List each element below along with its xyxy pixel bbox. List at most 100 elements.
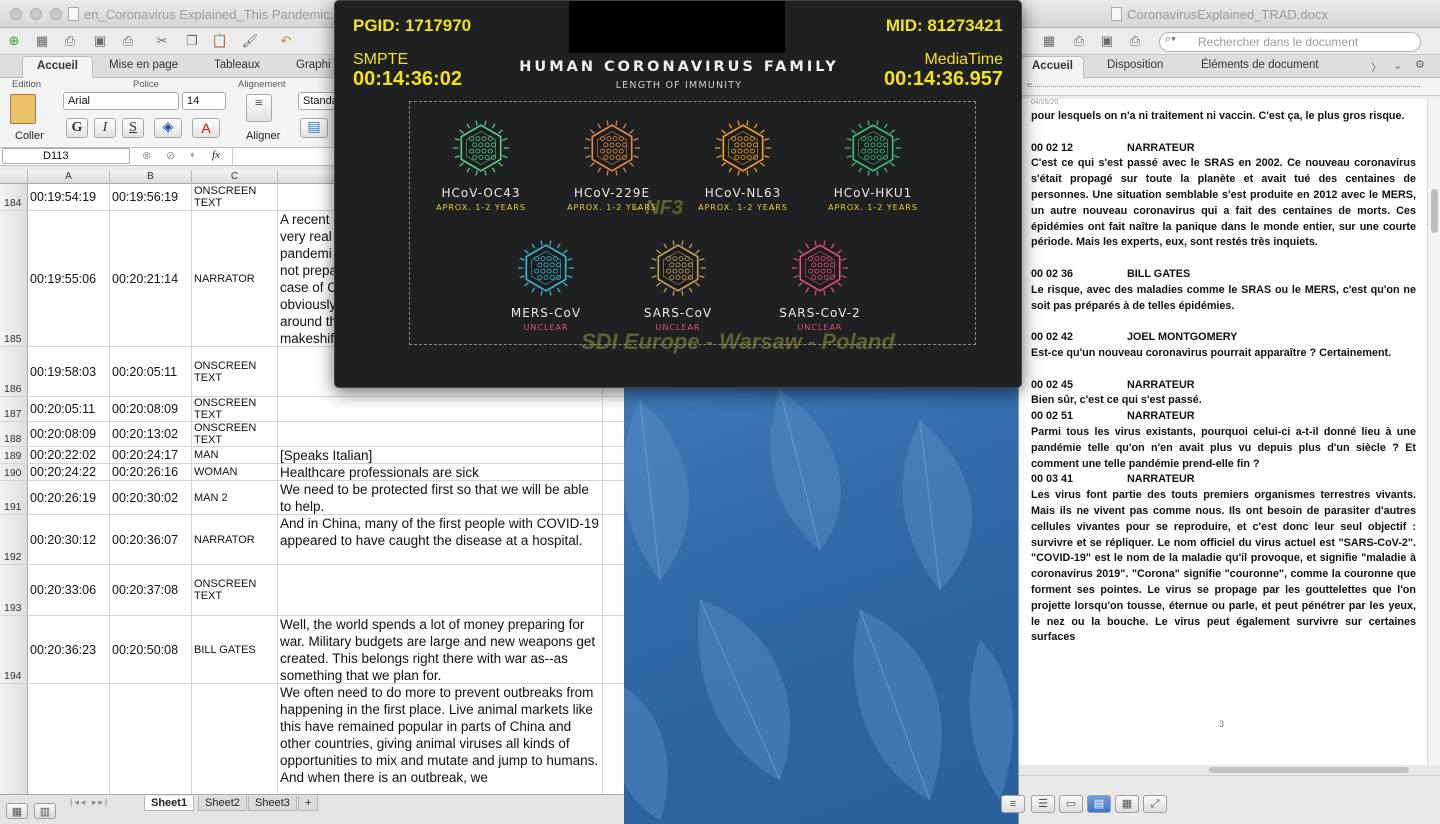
italic-button[interactable]: I <box>94 118 116 138</box>
column-header-b[interactable]: B <box>110 170 192 184</box>
conditional-format-icon[interactable]: ▤ <box>300 118 328 138</box>
sheet-nav-arrows[interactable]: |◂◂ ▸▸| <box>70 797 109 808</box>
paste-label[interactable]: Coller <box>15 130 44 142</box>
cell-dialogue[interactable]: [Speaks Italian] <box>278 447 603 463</box>
cell-start-timecode[interactable]: 00:19:55:06 <box>28 211 110 346</box>
new-document-icon[interactable]: ⊕ <box>4 31 24 51</box>
name-box[interactable]: D113 <box>2 148 130 164</box>
cancel-formula-icon[interactable]: ⊗ <box>142 149 151 162</box>
table-row[interactable]: 187 00:20:05:11 00:20:08:09 ONSCREEN TEX… <box>0 397 624 422</box>
font-size-select[interactable]: 14 <box>182 92 226 110</box>
align-label[interactable]: Aligner <box>246 130 280 142</box>
bold-button[interactable]: G <box>66 118 88 138</box>
cell-dialogue[interactable]: Healthcare professionals are sick <box>278 464 603 480</box>
underline-button[interactable]: S <box>122 118 144 138</box>
paragraph[interactable]: C'est ce qui s'est passé avec le SRAS en… <box>1031 156 1416 251</box>
table-row[interactable]: 192 00:20:30:12 00:20:36:07 NARRATOR And… <box>0 515 624 565</box>
cell-dialogue[interactable] <box>278 565 603 615</box>
cell-start-timecode[interactable]: 00:19:54:19 <box>28 184 110 210</box>
cell-start-timecode[interactable]: 00:20:08:09 <box>28 422 110 446</box>
cell-end-timecode[interactable] <box>110 684 192 794</box>
row-header[interactable]: 190 <box>0 464 28 480</box>
paragraph[interactable]: Parmi tous les virus existants, pourquoi… <box>1031 425 1416 472</box>
word-page[interactable]: 04/05/20 pour lesquels on n'a ni traitem… <box>1019 99 1427 765</box>
cell-speaker[interactable]: ONSCREEN TEXT <box>192 184 278 210</box>
cell-end-timecode[interactable]: 00:20:08:09 <box>110 397 192 421</box>
cell-dialogue[interactable]: We need to be protected first so that we… <box>278 481 603 514</box>
format-painter-icon[interactable]: 🖌 <box>240 31 260 51</box>
cell-end-timecode[interactable]: 00:20:37:08 <box>110 565 192 615</box>
cell-start-timecode[interactable]: 00:20:26:19 <box>28 481 110 514</box>
cell-end-timecode[interactable]: 00:20:05:11 <box>110 347 192 396</box>
zoom-window-button[interactable] <box>50 8 62 20</box>
document-body[interactable]: pour lesquels on n'a ni traitement ni va… <box>1031 109 1416 646</box>
cell-end-timecode[interactable]: 00:20:50:08 <box>110 616 192 683</box>
word-horizontal-scrollbar[interactable] <box>1019 765 1440 775</box>
save-icon[interactable]: ▣ <box>90 31 110 51</box>
row-header[interactable]: 193 <box>0 565 28 615</box>
font-color-button[interactable]: A <box>192 118 220 138</box>
cell-dialogue[interactable]: We often need to do more to prevent outb… <box>278 684 603 794</box>
cell-speaker[interactable]: NARRATOR <box>192 211 278 346</box>
word-tab-elements[interactable]: Éléments de document <box>1201 59 1319 71</box>
word-print-icon[interactable]: ⎙ <box>1125 31 1145 51</box>
table-row[interactable]: We often need to do more to prevent outb… <box>0 684 624 794</box>
cell-speaker[interactable]: ONSCREEN TEXT <box>192 422 278 446</box>
word-open-icon[interactable]: ⎙ <box>1069 31 1089 51</box>
cell-speaker[interactable]: MAN <box>192 447 278 463</box>
horizontal-ruler[interactable]: ⌐ <box>1019 78 1440 96</box>
cell-speaker[interactable]: ONSCREEN TEXT <box>192 397 278 421</box>
tab-tableaux[interactable]: Tableaux <box>214 59 260 71</box>
templates-icon[interactable]: ▦ <box>32 31 52 51</box>
search-icon[interactable]: ⌕▾ <box>1165 33 1176 46</box>
cell-end-timecode[interactable]: 00:20:13:02 <box>110 422 192 446</box>
cue-heading[interactable]: 00 02 12 NARRATEUR <box>1031 141 1416 157</box>
paste-button-icon[interactable] <box>10 94 36 124</box>
video-player-window[interactable]: PGID: 1717970 MID: 81273421 SMPTE 00:14:… <box>334 0 1022 388</box>
cue-heading[interactable]: 00 02 36 BILL GATES <box>1031 267 1416 283</box>
table-row[interactable]: 188 00:20:08:09 00:20:13:02 ONSCREEN TEX… <box>0 422 624 447</box>
print-icon[interactable]: ⎙ <box>118 31 138 51</box>
paragraph[interactable]: Bien sûr, c'est ce qui s'est passé. <box>1031 393 1416 409</box>
cell-start-timecode[interactable]: 00:20:05:11 <box>28 397 110 421</box>
cell-start-timecode[interactable]: 00:20:30:12 <box>28 515 110 564</box>
row-header[interactable]: 192 <box>0 515 28 564</box>
draft-view-icon[interactable]: ≡ <box>1001 795 1025 813</box>
cell-dialogue[interactable] <box>278 397 603 421</box>
publishing-view-icon[interactable]: ▭ <box>1059 795 1083 813</box>
minimize-window-button[interactable] <box>30 8 42 20</box>
cell-start-timecode[interactable]: 00:20:24:22 <box>28 464 110 480</box>
print-layout-view-icon[interactable]: ▤ <box>1087 795 1111 813</box>
cue-heading[interactable]: 00 02 42 JOEL MONTGOMERY <box>1031 330 1416 346</box>
cell-dialogue[interactable]: And in China, many of the first people w… <box>278 515 603 564</box>
table-row[interactable]: 190 00:20:24:22 00:20:26:16 WOMAN Health… <box>0 464 624 481</box>
cell-start-timecode[interactable]: 00:20:33:06 <box>28 565 110 615</box>
cell-end-timecode[interactable]: 00:20:21:14 <box>110 211 192 346</box>
word-templates-icon[interactable]: ▦ <box>1039 31 1059 51</box>
cue-heading[interactable]: 00 02 45 NARRATEUR <box>1031 378 1416 394</box>
normal-view-icon[interactable]: ▦ <box>6 803 28 819</box>
cell-speaker[interactable]: MAN 2 <box>192 481 278 514</box>
cell-start-timecode[interactable]: 00:20:36:23 <box>28 616 110 683</box>
cell-end-timecode[interactable]: 00:20:36:07 <box>110 515 192 564</box>
notebook-view-icon[interactable]: ▦ <box>1115 795 1139 813</box>
cue-heading[interactable]: 00 03 41 NARRATEUR <box>1031 472 1416 488</box>
cell-dialogue[interactable] <box>278 422 603 446</box>
cell-start-timecode[interactable]: 00:19:58:03 <box>28 347 110 396</box>
close-window-button[interactable] <box>10 8 22 20</box>
paragraph[interactable]: Les virus font partie des touts premiers… <box>1031 488 1416 646</box>
row-header[interactable]: 185 <box>0 211 28 346</box>
function-icon[interactable]: fx <box>212 149 220 161</box>
paragraph[interactable]: Est-ce qu'un nouveau coronavirus pourrai… <box>1031 346 1416 362</box>
sheet-tab-2[interactable]: Sheet2 <box>198 796 247 811</box>
paste-icon[interactable]: 📋 <box>210 31 230 51</box>
fill-color-button[interactable]: ◈ <box>154 118 182 138</box>
cell-speaker[interactable]: ONSCREEN TEXT <box>192 565 278 615</box>
font-name-select[interactable]: Arial <box>63 92 179 110</box>
column-header-c[interactable]: C <box>192 170 278 184</box>
cell-speaker[interactable]: WOMAN <box>192 464 278 480</box>
table-row[interactable]: 189 00:20:22:02 00:20:24:17 MAN [Speaks … <box>0 447 624 464</box>
row-header[interactable]: 188 <box>0 422 28 446</box>
paragraph[interactable]: pour lesquels on n'a ni traitement ni va… <box>1031 109 1416 125</box>
row-header[interactable]: 186 <box>0 347 28 396</box>
